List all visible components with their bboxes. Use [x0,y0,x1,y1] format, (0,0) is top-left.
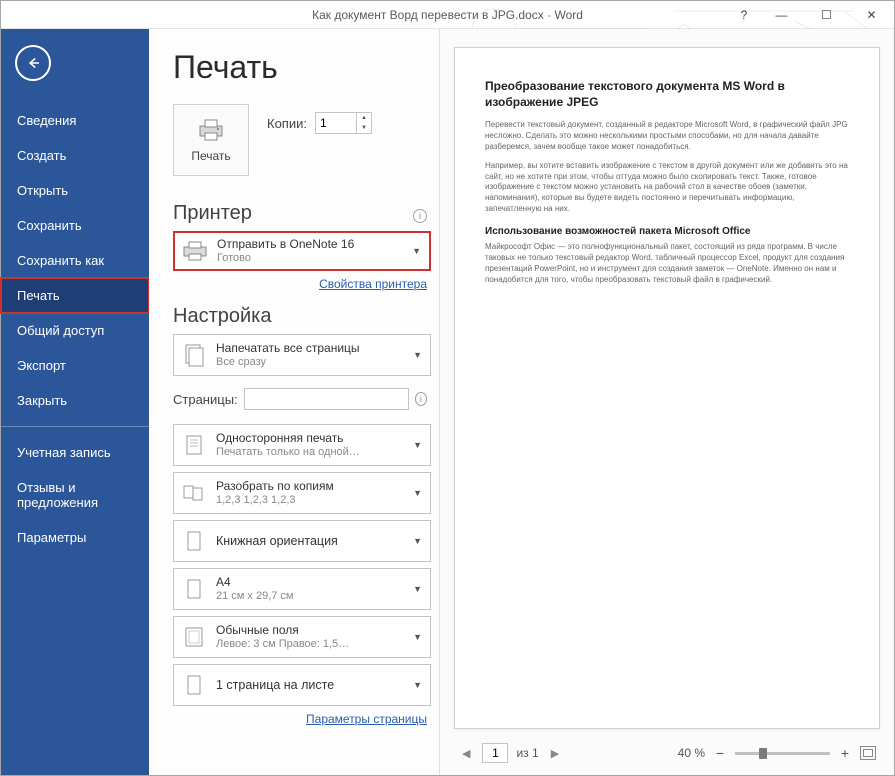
sidebar-item-account[interactable]: Учетная запись [1,435,149,470]
pages-label: Страницы: [173,392,238,407]
per-sheet-icon [180,671,208,699]
margins-dropdown[interactable]: Обычные поляЛевое: 3 см Правое: 1,5… ▼ [173,616,431,658]
document-name: Как документ Ворд перевести в JPG.docx [312,8,544,22]
window-controls: ? — ☐ ✕ [729,1,894,29]
app-name: Word [554,8,582,22]
app-window: Как документ Ворд перевести в JPG.docx -… [0,0,895,776]
page-number-input[interactable] [482,743,508,763]
copies-down[interactable]: ▼ [357,123,371,133]
print-preview-panel: Преобразование текстового документа MS W… [439,29,894,775]
titlebar: Как документ Ворд перевести в JPG.docx -… [1,1,894,29]
next-page-button[interactable]: ▶ [547,747,563,760]
chevron-down-icon: ▼ [410,246,423,256]
preview-page: Преобразование текстового документа MS W… [454,47,880,729]
printer-section-title: Принтер [173,202,252,225]
page-total-label: из 1 [516,746,538,760]
collate-dropdown[interactable]: Разобрать по копиям1,2,3 1,2,3 1,2,3 ▼ [173,472,431,514]
printer-icon [196,118,226,145]
preview-paragraph: Например, вы хотите вставить изображение… [485,161,849,215]
pages-icon [180,341,208,369]
sidebar-item-options[interactable]: Параметры [1,520,149,555]
print-range-dropdown[interactable]: Напечатать все страницыВсе сразу ▼ [173,334,431,376]
print-button[interactable]: Печать [173,104,249,176]
print-settings-panel: Печать Печать Копии: ▲ [149,29,439,775]
sidebar-item-export[interactable]: Экспорт [1,348,149,383]
preview-heading: Преобразование текстового документа MS W… [485,78,849,110]
zoom-value: 40 % [678,746,705,760]
zoom-slider[interactable] [735,752,830,755]
preview-footer: ◀ из 1 ▶ 40 % − + [454,737,880,769]
zoom-fit-button[interactable] [860,746,876,760]
one-side-icon [180,431,208,459]
margins-icon [180,623,208,651]
copies-up[interactable]: ▲ [357,113,371,123]
printer-name: Отправить в OneNote 16 [217,237,402,251]
chevron-down-icon: ▼ [411,584,424,594]
sidebar-item-save[interactable]: Сохранить [1,208,149,243]
pages-input[interactable] [244,388,409,410]
sidebar-item-share[interactable]: Общий доступ [1,313,149,348]
paper-icon [180,575,208,603]
chevron-down-icon: ▼ [411,350,424,360]
close-button[interactable]: ✕ [849,1,894,29]
page-setup-link[interactable]: Параметры страницы [173,712,427,726]
printer-properties-link[interactable]: Свойства принтера [173,277,427,291]
sides-dropdown[interactable]: Односторонняя печатьПечатать только на о… [173,424,431,466]
preview-paragraph: Майкрософт Офис — это полнофункциональны… [485,242,849,285]
backstage-sidebar: Сведения Создать Открыть Сохранить Сохра… [1,29,149,775]
collate-icon [180,479,208,507]
sidebar-item-print[interactable]: Печать [1,278,149,313]
orientation-dropdown[interactable]: Книжная ориентация ▼ [173,520,431,562]
copies-label: Копии: [267,116,307,131]
sidebar-separator [1,426,149,427]
sidebar-item-open[interactable]: Открыть [1,173,149,208]
help-button[interactable]: ? [729,1,759,29]
chevron-down-icon: ▼ [411,680,424,690]
copies-spinner[interactable]: ▲ ▼ [315,112,372,134]
chevron-down-icon: ▼ [411,536,424,546]
page-title: Печать [173,49,431,86]
sidebar-item-feedback[interactable]: Отзывы и предложения [1,470,149,520]
back-button[interactable] [15,45,51,81]
preview-paragraph: Перевести текстовый документ, созданный … [485,120,849,152]
prev-page-button[interactable]: ◀ [458,747,474,760]
pages-info-icon[interactable]: i [415,392,427,406]
sidebar-item-close[interactable]: Закрыть [1,383,149,418]
chevron-down-icon: ▼ [411,440,424,450]
preview-subheading: Использование возможностей пакета Micros… [485,225,849,239]
minimize-button[interactable]: — [759,1,804,29]
window-title: Как документ Ворд перевести в JPG.docx -… [312,8,583,22]
main-area: Печать Печать Копии: ▲ [149,29,894,775]
printer-status: Готово [217,252,402,265]
sidebar-item-info[interactable]: Сведения [1,103,149,138]
printer-device-icon [181,237,209,265]
zoom-in-button[interactable]: + [838,745,852,761]
pages-per-sheet-dropdown[interactable]: 1 страница на листе ▼ [173,664,431,706]
sidebar-item-new[interactable]: Создать [1,138,149,173]
printer-dropdown[interactable]: Отправить в OneNote 16 Готово ▼ [173,231,431,271]
paper-size-dropdown[interactable]: A421 см x 29,7 см ▼ [173,568,431,610]
maximize-button[interactable]: ☐ [804,1,849,29]
chevron-down-icon: ▼ [411,632,424,642]
print-button-label: Печать [191,149,230,163]
printer-info-icon[interactable]: i [413,209,427,223]
copies-input[interactable] [316,113,356,133]
settings-section-title: Настройка [173,305,271,328]
zoom-out-button[interactable]: − [713,745,727,761]
chevron-down-icon: ▼ [411,488,424,498]
portrait-icon [180,527,208,555]
sidebar-item-saveas[interactable]: Сохранить как [1,243,149,278]
